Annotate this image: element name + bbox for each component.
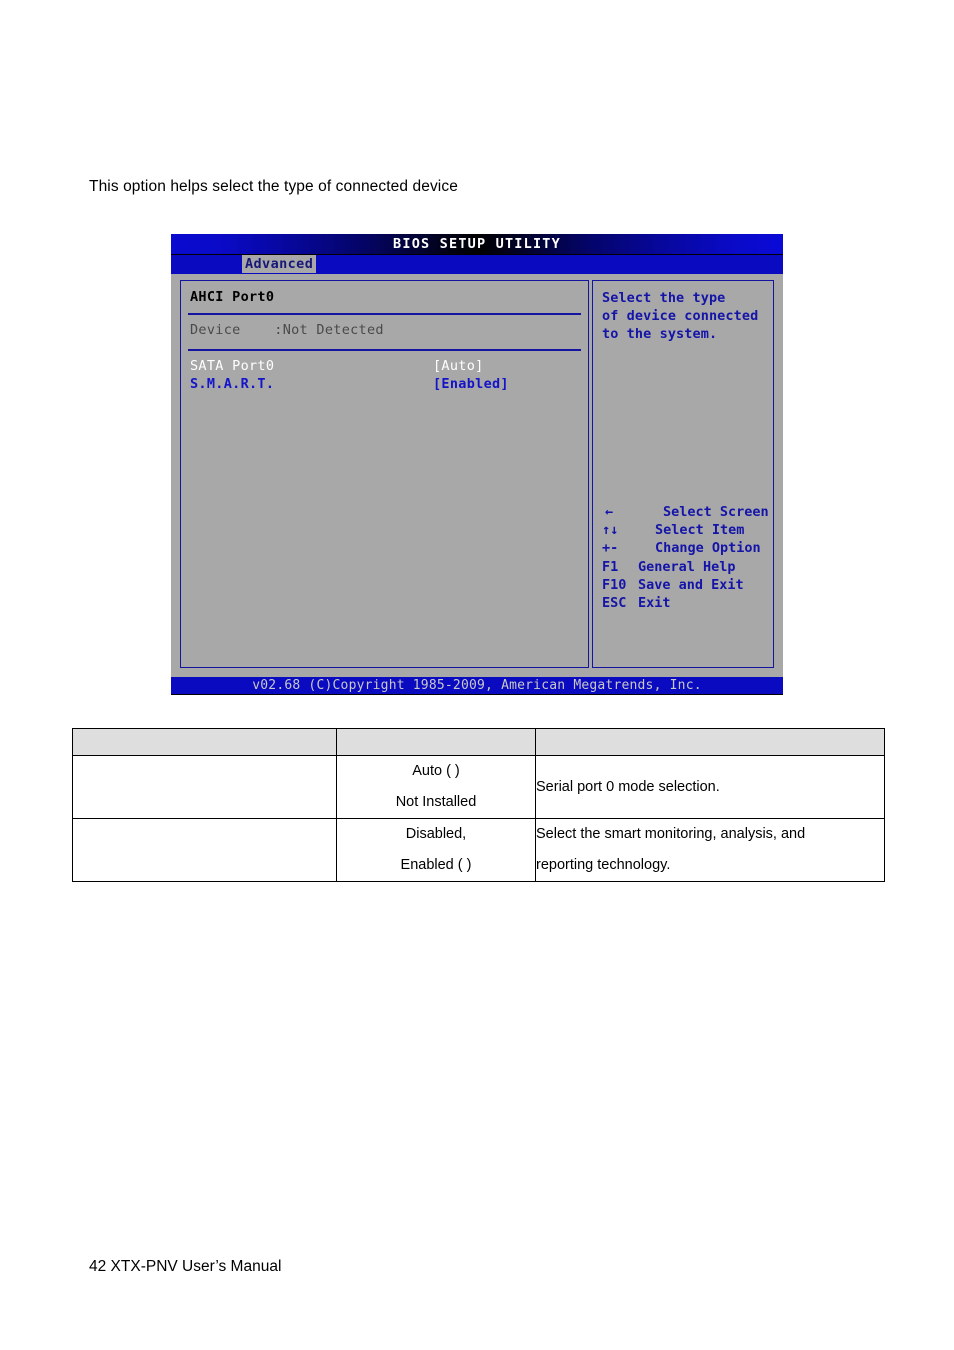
table-value-line-1: Disabled,	[405, 826, 467, 842]
table-value-line-2: Enabled ( )	[400, 857, 472, 873]
help-line-3: to the system.	[602, 326, 718, 343]
help-text: Select the type of device connected to t…	[602, 289, 768, 344]
nav-label-select-screen: Select Screen	[663, 504, 769, 520]
table-desc-line-1: Select the smart monitoring, analysis, a…	[536, 826, 806, 842]
nav-label-select-item: Select Item	[655, 522, 745, 539]
up-down-arrow-icon: ↑↓	[602, 522, 619, 539]
option-label-smart: S.M.A.R.T.	[190, 376, 275, 392]
bios-tab-bar[interactable]: Advanced	[171, 255, 783, 276]
divider-bottom	[188, 349, 581, 351]
bios-title: BIOS SETUP UTILITY	[393, 236, 561, 252]
nav-label-exit: Exit	[638, 595, 671, 612]
option-row-smart[interactable]: S.M.A.R.T. [Enabled]	[190, 376, 580, 392]
table-header-row	[72, 728, 885, 756]
key-esc: ESC	[602, 595, 627, 612]
navigation-legend: ← Select Screen ↑↓ Select Item +- Change…	[602, 503, 769, 612]
intro-text: This option helps select the type of con…	[89, 178, 458, 195]
bios-copyright: v02.68 (C)Copyright 1985-2009, American …	[252, 678, 702, 693]
device-status-row: Device :Not Detected	[190, 322, 384, 338]
nav-label-general-help: General Help	[638, 558, 736, 575]
nav-row-save-and-exit: F10 Save and Exit	[602, 576, 769, 594]
option-value-smart[interactable]: [Enabled]	[433, 376, 509, 392]
table-row: Auto ( ) Not Installed Serial port 0 mod…	[72, 755, 885, 819]
bios-setup-window: BIOS SETUP UTILITY Advanced AHCI Port0 D…	[171, 234, 783, 695]
bios-body: AHCI Port0 Device :Not Detected SATA Por…	[171, 276, 783, 676]
table-cell-description: Select the smart monitoring, analysis, a…	[535, 818, 885, 882]
table-desc-line-1: Serial port 0 mode selection.	[536, 778, 720, 795]
nav-row-general-help: F1 General Help	[602, 558, 769, 576]
nav-row-select-item: ↑↓ Select Item	[602, 521, 769, 539]
help-line-2: of device connected	[602, 308, 759, 325]
table-cell-name	[72, 755, 337, 819]
table-cell-values: Auto ( ) Not Installed	[336, 755, 536, 819]
table-value-line-1: Auto ( )	[412, 763, 460, 779]
table-cell-description: Serial port 0 mode selection.	[535, 755, 885, 819]
nav-row-change-option: +- Change Option	[602, 539, 769, 557]
left-arrow-icon: ←	[605, 504, 614, 520]
table-header-values	[336, 728, 536, 756]
nav-label-change-option: Change Option	[655, 540, 761, 557]
table-header-description	[535, 728, 885, 756]
help-panel: Select the type of device connected to t…	[592, 280, 774, 668]
settings-panel: AHCI Port0 Device :Not Detected SATA Por…	[180, 280, 589, 668]
option-value-sata-port0[interactable]: [Auto]	[433, 358, 484, 374]
options-table: Auto ( ) Not Installed Serial port 0 mod…	[72, 728, 885, 882]
tab-advanced[interactable]: Advanced	[242, 255, 317, 273]
bios-title-bar: BIOS SETUP UTILITY	[171, 234, 783, 255]
key-f10: F10	[602, 576, 627, 593]
option-label-sata-port0: SATA Port0	[190, 358, 275, 374]
section-title: AHCI Port0	[190, 289, 275, 305]
bios-footer-bar: v02.68 (C)Copyright 1985-2009, American …	[171, 675, 783, 695]
nav-label-save-and-exit: Save and Exit	[638, 576, 744, 593]
table-row: Disabled, Enabled ( ) Select the smart m…	[72, 818, 885, 882]
page-footer: 42 XTX-PNV User’s Manual	[89, 1258, 282, 1275]
nav-row-select-screen: ← Select Screen	[602, 503, 769, 521]
table-value-line-2: Not Installed	[395, 794, 477, 810]
key-f1: F1	[602, 558, 619, 575]
table-desc-line-2: reporting technology.	[536, 857, 671, 873]
help-line-1: Select the type	[602, 290, 726, 306]
divider-top	[188, 313, 581, 315]
option-row-sata-port0[interactable]: SATA Port0 [Auto]	[190, 358, 580, 374]
nav-row-exit: ESC Exit	[602, 594, 769, 612]
table-header-name	[72, 728, 337, 756]
plus-minus-icon: +-	[602, 540, 619, 557]
table-cell-values: Disabled, Enabled ( )	[336, 818, 536, 882]
table-cell-name	[72, 818, 337, 882]
